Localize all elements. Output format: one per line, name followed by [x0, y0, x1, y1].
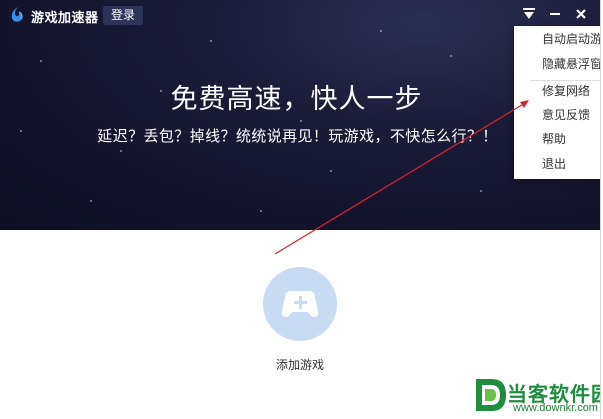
- annotation-arrow: [274, 100, 529, 255]
- site-watermark: 当客软件园 www.downkr.com: [470, 374, 603, 419]
- watermark-url: www.downkr.com: [513, 402, 598, 414]
- app-window: 游戏加速器 登录 免费高速，快人一步 延迟？丢包？掉线？统统说再见！玩游戏，不快…: [0, 0, 603, 419]
- watermark-logo-icon: [476, 379, 506, 411]
